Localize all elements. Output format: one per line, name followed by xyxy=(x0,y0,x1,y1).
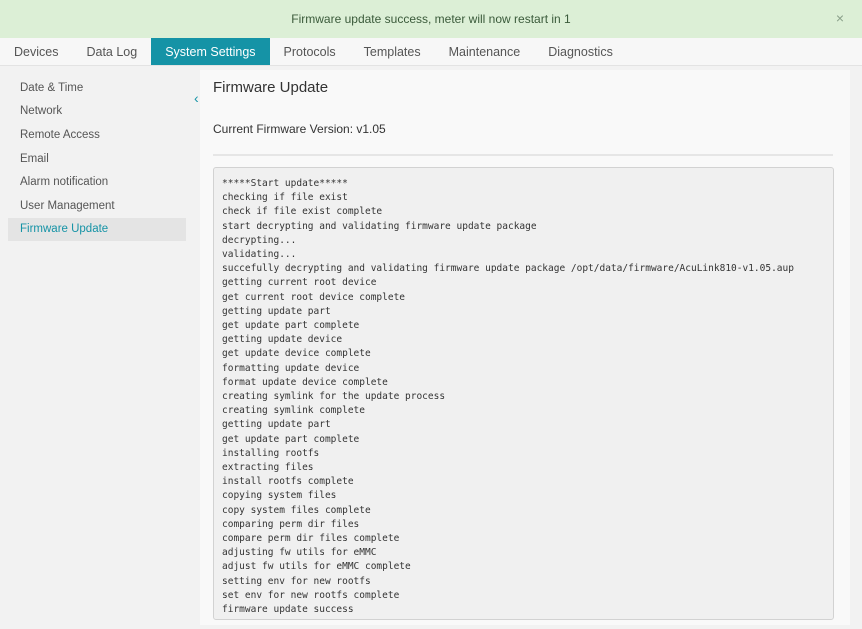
firmware-version: Current Firmware Version: v1.05 xyxy=(213,122,386,136)
main-tabs: Devices Data Log System Settings Protocols T… xyxy=(0,38,862,66)
log-line: start decrypting and validating firmware… xyxy=(222,220,537,232)
log-line: succefully decrypting and validating fir… xyxy=(222,263,794,275)
log-line: formatting update device xyxy=(222,362,360,374)
log-line: get update device complete xyxy=(222,348,371,360)
log-line: getting update part xyxy=(222,419,331,431)
close-icon[interactable]: × xyxy=(836,11,844,25)
log-line: check if file exist complete xyxy=(222,206,383,218)
log-line: compare perm dir files complete xyxy=(222,533,400,545)
log-line: getting current root device xyxy=(222,277,377,289)
tab-data-log[interactable]: Data Log xyxy=(72,38,151,65)
status-banner: Firmware update success, meter will now … xyxy=(0,0,862,38)
tab-system-settings[interactable]: System Settings xyxy=(151,38,270,65)
sidebar-item-remote-access[interactable]: Remote Access xyxy=(8,123,186,147)
banner-message: Firmware update success, meter will now … xyxy=(291,12,571,26)
tab-protocols[interactable]: Protocols xyxy=(270,38,350,65)
log-line: copying system files xyxy=(222,490,337,502)
page-title: Firmware Update xyxy=(213,79,329,96)
update-log[interactable]: *****Start update***** checking if file e… xyxy=(213,167,834,620)
log-line: *****Start update***** xyxy=(222,178,348,189)
log-line: extracting files xyxy=(222,462,314,474)
sidebar-item-date-time[interactable]: Date & Time xyxy=(8,76,186,100)
tab-maintenance[interactable]: Maintenance xyxy=(435,38,535,65)
log-line: set env for new rootfs complete xyxy=(222,589,400,601)
log-line: get update part complete xyxy=(222,433,360,445)
main-panel: Firmware Update Current Firmware Version… xyxy=(200,70,850,625)
sidebar-item-alarm-notification[interactable]: Alarm notification xyxy=(8,170,186,194)
log-line: get update part complete xyxy=(222,320,360,332)
settings-sidebar: Date & Time Network Remote Access Email Alar… xyxy=(8,76,186,246)
sidebar-item-user-management[interactable]: User Management xyxy=(8,194,186,218)
divider xyxy=(213,154,833,156)
log-line: setting env for new rootfs xyxy=(222,575,371,587)
tab-templates[interactable]: Templates xyxy=(350,38,435,65)
log-line: decrypting... xyxy=(222,234,297,246)
log-line: getting update part xyxy=(222,305,331,317)
tab-devices[interactable]: Devices xyxy=(0,38,72,65)
sidebar-item-email[interactable]: Email xyxy=(8,147,186,171)
tab-diagnostics[interactable]: Diagnostics xyxy=(534,38,627,65)
log-line: get current root device complete xyxy=(222,291,406,303)
log-line: copy system files complete xyxy=(222,504,371,516)
log-line: firmware update success xyxy=(222,604,354,616)
log-line: installing rootfs xyxy=(222,447,320,459)
log-line: adjusting fw utils for eMMC xyxy=(222,547,377,559)
log-line: install rootfs complete xyxy=(222,476,354,488)
log-line: checking if file exist xyxy=(222,192,348,204)
log-line: creating symlink complete xyxy=(222,405,365,417)
log-line: comparing perm dir files xyxy=(222,518,360,530)
log-line: getting update device xyxy=(222,334,343,346)
log-line: creating symlink for the update process xyxy=(222,391,446,403)
sidebar-item-network[interactable]: Network xyxy=(8,100,186,124)
log-line: format update device complete xyxy=(222,376,388,388)
log-line: validating... xyxy=(222,249,297,261)
log-line: adjust fw utils for eMMC complete xyxy=(222,561,411,573)
sidebar-item-firmware-update[interactable]: Firmware Update xyxy=(8,217,186,242)
collapse-sidebar-icon[interactable]: ‹ xyxy=(194,91,199,105)
